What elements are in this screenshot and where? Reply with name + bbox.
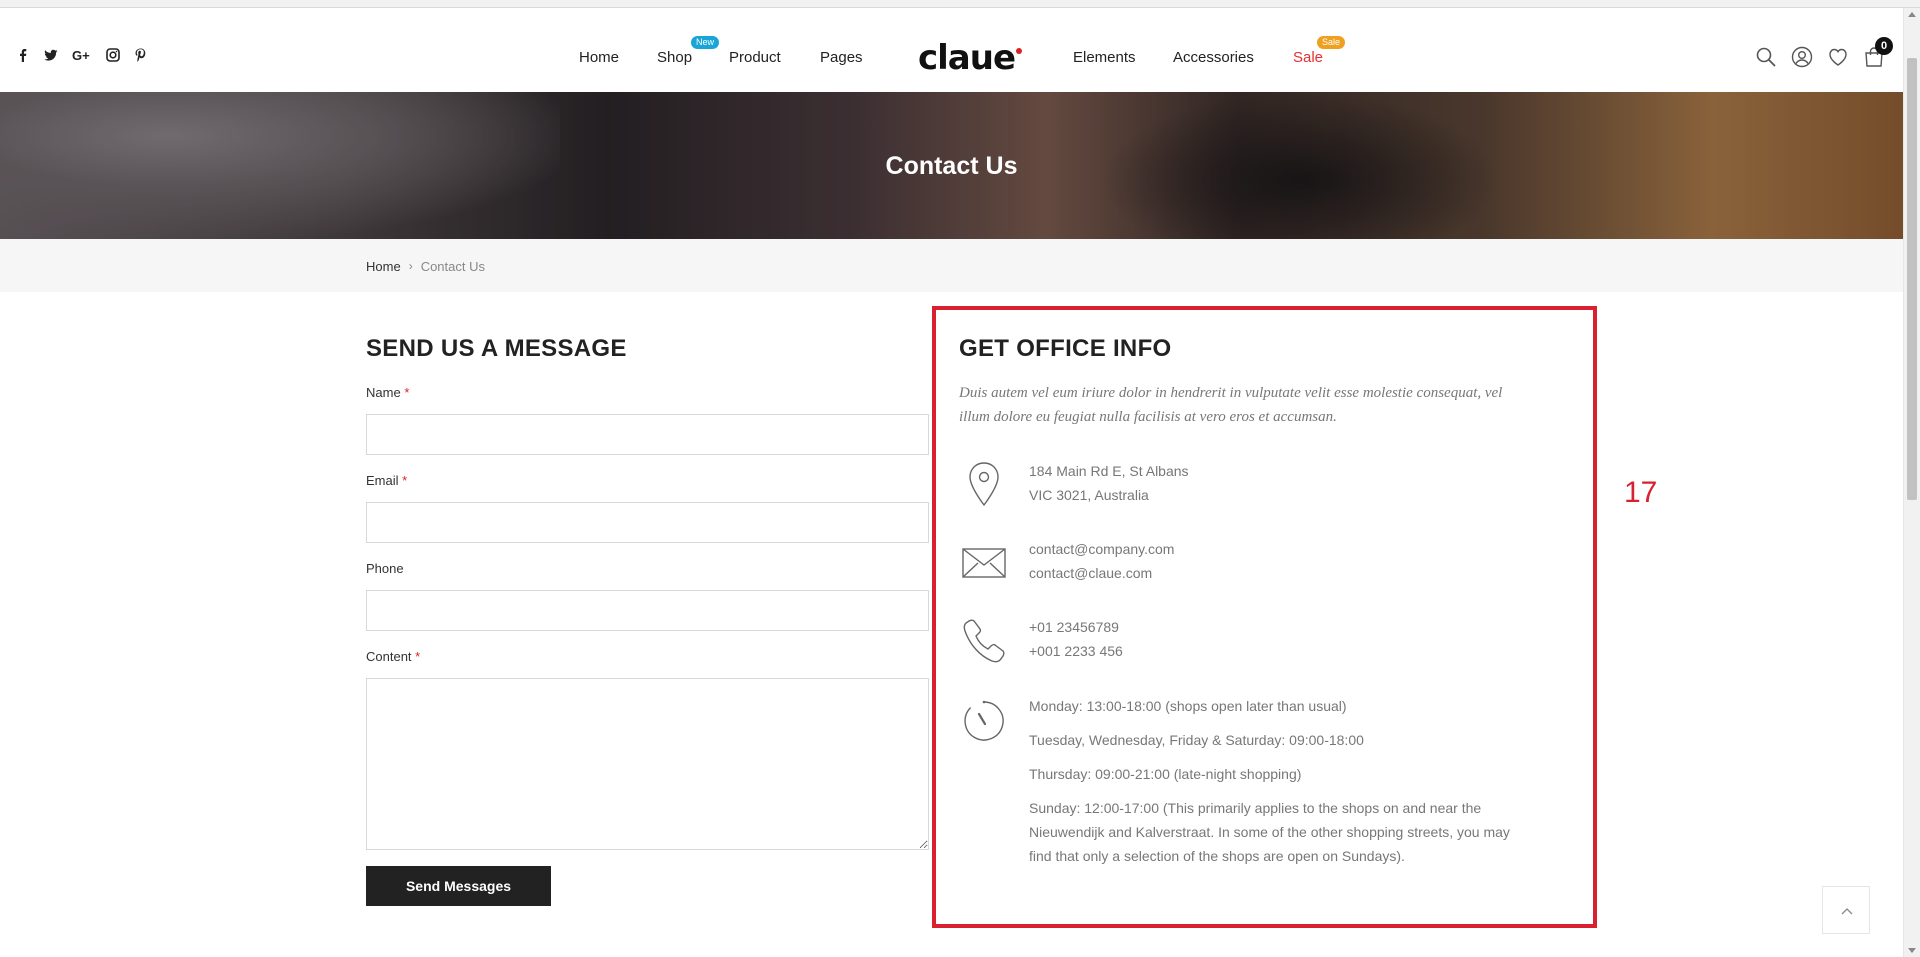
breadcrumb-home-link[interactable]: Home <box>366 259 401 274</box>
address-line-1: 184 Main Rd E, St Albans <box>1029 463 1189 479</box>
svg-text:G+: G+ <box>72 48 90 62</box>
required-mark: * <box>415 649 421 664</box>
nav-accessories[interactable]: Accessories <box>1173 49 1254 66</box>
instagram-icon[interactable] <box>106 48 120 62</box>
hours-monday: Monday: 13:00-18:00 (shops open later th… <box>1029 698 1347 714</box>
phone-text: +01 23456789 +001 2233 456 <box>1029 615 1529 663</box>
nav-pages[interactable]: Pages <box>820 49 863 66</box>
hours-text: Monday: 13:00-18:00 (shops open later th… <box>1029 694 1529 878</box>
name-label-text: Name <box>366 385 401 400</box>
hours-thursday: Thursday: 09:00-21:00 (late-night shoppi… <box>1029 766 1302 782</box>
facebook-icon[interactable] <box>16 48 30 62</box>
name-field[interactable] <box>366 414 929 455</box>
email-text: contact@company.com contact@claue.com <box>1029 537 1529 585</box>
pinterest-icon[interactable] <box>134 48 148 62</box>
browser-top-strip <box>0 0 1920 8</box>
page-title: Contact Us <box>885 152 1018 180</box>
annotation-number: 17 <box>1624 476 1658 509</box>
email-line-2[interactable]: contact@claue.com <box>1029 561 1529 585</box>
phone-icon <box>959 615 1009 667</box>
sale-badge: Sale <box>1317 36 1346 49</box>
breadcrumb: Home › Contact Us <box>366 259 485 274</box>
heart-icon[interactable] <box>1827 46 1849 68</box>
name-label: Name * <box>366 385 409 400</box>
phone-label: Phone <box>366 561 404 576</box>
nav-sale-label: Sale <box>1293 49 1324 66</box>
breadcrumb-bar: Home › Contact Us <box>0 239 1903 292</box>
hours-tue-wed-fri-sat: Tuesday, Wednesday, Friday & Saturday: 0… <box>1029 732 1364 748</box>
form-title: SEND US A MESSAGE <box>366 335 627 362</box>
content-label-text: Content <box>366 649 412 664</box>
address-text: 184 Main Rd E, St Albans VIC 3021, Austr… <box>1029 459 1529 507</box>
phone-line-2[interactable]: +001 2233 456 <box>1029 639 1529 663</box>
envelope-icon <box>959 537 1009 589</box>
email-label: Email * <box>366 473 407 488</box>
map-pin-icon <box>959 459 1009 511</box>
nav-home[interactable]: Home <box>579 49 619 66</box>
office-info-title: GET OFFICE INFO <box>959 335 1172 362</box>
clock-icon <box>959 694 1009 746</box>
address-line-2: VIC 3021, Australia <box>1029 487 1149 503</box>
google-plus-icon[interactable]: G+ <box>72 48 92 62</box>
email-field[interactable] <box>366 502 929 543</box>
content-label: Content * <box>366 649 420 664</box>
new-badge: New <box>691 36 720 49</box>
email-line-1[interactable]: contact@company.com <box>1029 537 1529 561</box>
cart-icon[interactable]: 0 <box>1863 37 1893 68</box>
nav-elements[interactable]: Elements <box>1073 49 1136 66</box>
cart-count-badge: 0 <box>1875 37 1893 55</box>
scroll-down-arrow-icon[interactable] <box>1908 948 1916 953</box>
search-icon[interactable] <box>1755 46 1777 68</box>
page-scrollbar[interactable] <box>1903 8 1920 957</box>
twitter-icon[interactable] <box>44 48 58 62</box>
chevron-up-icon <box>1841 908 1853 915</box>
required-mark: * <box>402 473 408 488</box>
hours-sunday: Sunday: 12:00-17:00 (This primarily appl… <box>1029 800 1510 864</box>
user-icon[interactable] <box>1791 46 1813 68</box>
site-header: G+ Home Shop New Product Pages Elements … <box>0 26 1903 92</box>
content-textarea[interactable] <box>366 678 929 850</box>
logo-text: claue <box>918 38 1016 78</box>
nav-shop-label: Shop <box>657 49 693 66</box>
header-actions: 0 <box>1755 37 1893 68</box>
send-messages-button[interactable]: Send Messages <box>366 866 551 906</box>
page-hero-banner: Contact Us <box>0 92 1903 239</box>
back-to-top-button[interactable] <box>1822 886 1870 934</box>
nav-sale[interactable]: Sale Sale <box>1293 36 1346 66</box>
nav-product[interactable]: Product <box>729 49 781 66</box>
site-logo[interactable]: claue <box>918 38 1023 78</box>
required-mark: * <box>404 385 410 400</box>
phone-label-text: Phone <box>366 561 404 576</box>
logo-dot <box>1016 48 1023 54</box>
email-label-text: Email <box>366 473 399 488</box>
scrollbar-thumb[interactable] <box>1907 58 1917 500</box>
nav-shop[interactable]: Shop New <box>657 36 720 66</box>
breadcrumb-separator: › <box>408 259 413 273</box>
phone-line-1[interactable]: +01 23456789 <box>1029 615 1529 639</box>
scroll-up-arrow-icon[interactable] <box>1908 12 1916 17</box>
social-links: G+ <box>16 48 148 62</box>
office-description: Duis autem vel eum iriure dolor in hendr… <box>959 385 1503 425</box>
breadcrumb-current: Contact Us <box>420 259 485 274</box>
phone-field[interactable] <box>366 590 929 631</box>
